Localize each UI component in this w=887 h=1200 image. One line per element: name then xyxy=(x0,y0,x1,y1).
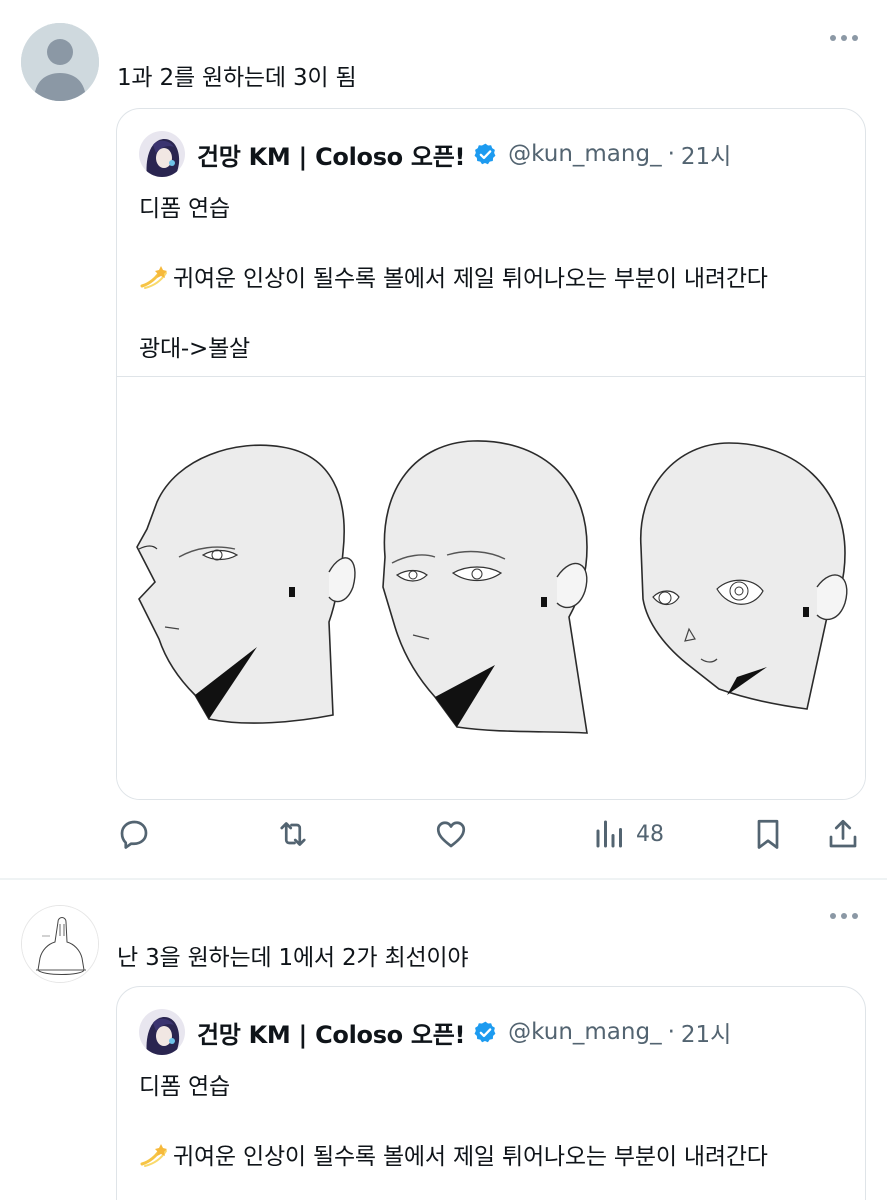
head-sketches-image xyxy=(136,440,848,734)
bookmark-button[interactable] xyxy=(750,814,786,854)
reply-text: 난 3을 원하는데 1에서 2가 최선이야 xyxy=(117,945,469,971)
dot-separator: · xyxy=(667,1019,675,1045)
default-user-icon xyxy=(21,23,99,101)
more-options-icon[interactable] xyxy=(826,906,862,926)
share-button[interactable] xyxy=(825,814,861,854)
reply-text: 1과 2를 원하는데 3이 됨 xyxy=(117,65,357,91)
quoted-image-head-sketches[interactable] xyxy=(117,376,865,799)
reply-post-1[interactable]: 1과 2를 원하는데 3이 됨 건망 KM | Coloso 오픈! @kun_… xyxy=(0,0,887,880)
views-button[interactable]: 48 xyxy=(592,814,664,854)
author-name[interactable]: 건망 KM | Coloso 오픈! xyxy=(197,137,465,172)
quote-text-line-1: 디폼 연습 xyxy=(139,196,230,222)
verified-badge-icon xyxy=(474,1021,496,1042)
retweet-button[interactable] xyxy=(275,814,311,854)
sketch-avatar-image xyxy=(22,906,98,982)
quoted-tweet[interactable]: 건망 KM | Coloso 오픈! @kun_mang_ · 21시 디폼 연… xyxy=(116,108,866,800)
reply-icon xyxy=(120,820,148,849)
post-time[interactable]: 21시 xyxy=(681,137,731,171)
views-chart-icon xyxy=(596,820,622,848)
verified-badge-icon xyxy=(474,143,496,164)
bookmark-icon xyxy=(757,819,779,849)
dot-separator: · xyxy=(667,141,675,167)
avatar-sketch[interactable] xyxy=(21,905,99,983)
reply-post-2[interactable]: 난 3을 원하는데 1에서 2가 최선이야 건망 KM | Coloso 오픈!… xyxy=(0,880,887,1200)
quoted-tweet-header: 건망 KM | Coloso 오픈! @kun_mang_ · 21시 xyxy=(139,129,731,179)
views-count: 48 xyxy=(636,821,664,847)
author-handle[interactable]: @kun_mang_ xyxy=(508,141,661,167)
avatar-default[interactable] xyxy=(21,23,99,101)
quoted-tweet-header: 건망 KM | Coloso 오픈! @kun_mang_ · 21시 xyxy=(139,1007,731,1057)
like-button[interactable] xyxy=(433,814,469,854)
author-handle[interactable]: @kun_mang_ xyxy=(508,1019,661,1045)
retweet-icon xyxy=(280,822,306,846)
more-options-icon[interactable] xyxy=(826,28,862,48)
dizzy-emoji-icon xyxy=(140,266,167,289)
dizzy-emoji-icon xyxy=(140,1144,167,1167)
author-avatar[interactable] xyxy=(139,1009,185,1055)
author-name[interactable]: 건망 KM | Coloso 오픈! xyxy=(197,1015,465,1050)
share-icon xyxy=(829,819,857,848)
quote-text-line-2: 귀여운 인상이 될수록 볼에서 제일 튀어나오는 부분이 내려간다 xyxy=(139,259,768,293)
heart-icon xyxy=(436,821,466,848)
quoted-tweet[interactable]: 건망 KM | Coloso 오픈! @kun_mang_ · 21시 디폼 연… xyxy=(116,986,866,1200)
reply-button[interactable] xyxy=(116,814,152,854)
quote-text-line-2: 귀여운 인상이 될수록 볼에서 제일 튀어나오는 부분이 내려간다 xyxy=(139,1137,768,1171)
author-avatar[interactable] xyxy=(139,131,185,177)
quote-text-line-1: 디폼 연습 xyxy=(139,1074,230,1100)
action-bar: 48 xyxy=(0,800,887,870)
quote-text-line-3: 광대->볼살 xyxy=(139,336,251,362)
post-time[interactable]: 21시 xyxy=(681,1015,731,1049)
